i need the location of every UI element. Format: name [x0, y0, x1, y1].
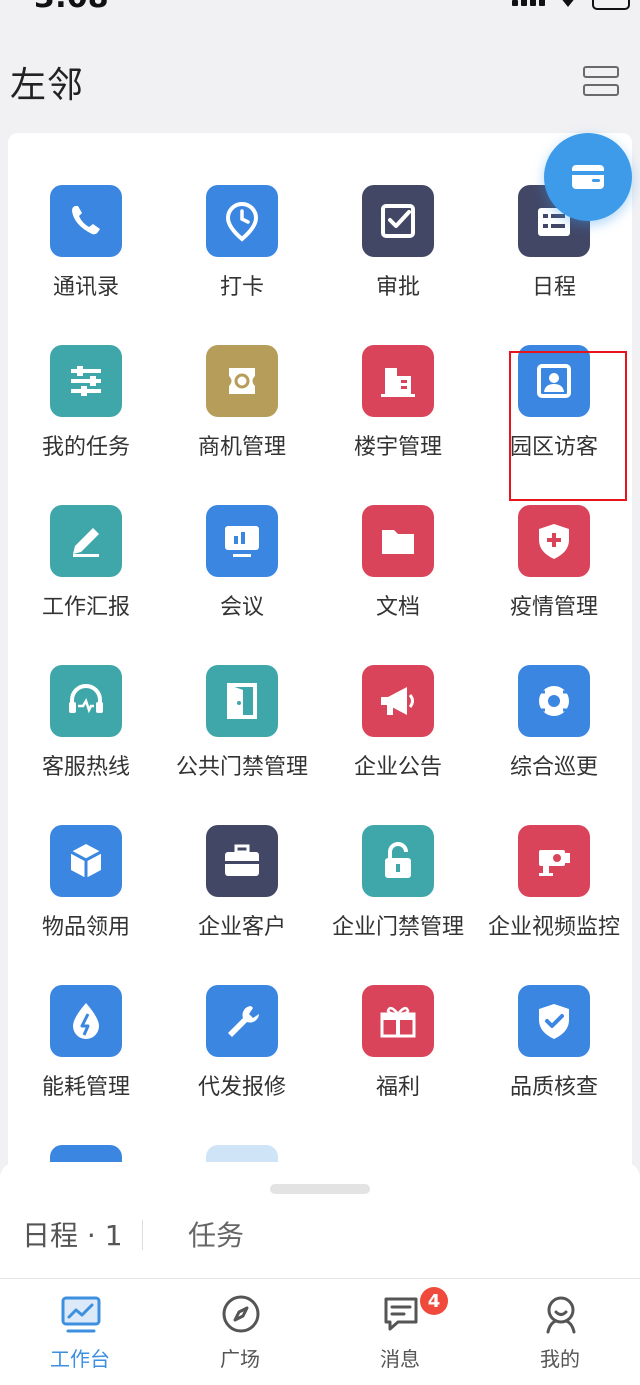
sheet-tab-divider — [142, 1220, 143, 1250]
app-item-headset[interactable]: 客服热线 — [8, 613, 164, 780]
message-count-badge: 4 — [420, 1287, 448, 1315]
app-label: 品质核查 — [509, 1075, 598, 1100]
app-item-box[interactable]: 物品领用 — [8, 773, 164, 940]
building-icon — [362, 345, 434, 417]
app-item-task-sliders[interactable]: 我的任务 — [8, 293, 164, 460]
video-camera-icon — [518, 825, 590, 897]
meeting-screen-icon — [206, 505, 278, 577]
app-label: 代发报修 — [197, 1075, 286, 1100]
box-icon — [50, 825, 122, 897]
app-item-briefcase[interactable]: 企业客户 — [164, 773, 320, 940]
status-bar: 3:08 — [0, 0, 640, 14]
unlock-icon — [362, 825, 434, 897]
quality-shield-icon — [518, 985, 590, 1057]
gift-icon — [362, 985, 434, 1057]
nav-label-plaza: 广场 — [220, 1347, 260, 1371]
bottom-sheet: 日程 · 1 任务 — [0, 1162, 640, 1280]
nav-label-mine: 我的 — [540, 1347, 580, 1371]
page-title: 左邻 — [10, 65, 85, 106]
app-item-business-coin[interactable]: 商机管理 — [164, 293, 320, 460]
compass-icon — [222, 1295, 260, 1333]
nav-item-mine[interactable]: 我的 — [480, 1279, 640, 1385]
app-item-medical-shield[interactable]: 疫情管理 — [476, 453, 632, 620]
wrench-icon — [206, 985, 278, 1057]
signal-icon — [512, 0, 546, 6]
app-item-folder[interactable]: 文档 — [320, 453, 476, 620]
app-item-door[interactable]: 公共门禁管理 — [164, 613, 320, 780]
folder-icon — [362, 505, 434, 577]
patrol-camera-icon — [518, 665, 590, 737]
bottom-nav: 工作台 广场 消息 我的 — [0, 1278, 640, 1385]
message-icon — [384, 1297, 418, 1331]
wallet-icon — [572, 165, 604, 189]
app-item-phone[interactable]: 通讯录 — [8, 133, 164, 300]
apps-card: 通讯录 打卡 审批 日程 我的任务 商机管理 楼宇管理 园区访客 工作汇报 会议 文档 疫情管理 客服热… — [8, 133, 632, 1193]
workbench-icon — [61, 1296, 101, 1333]
nav-label-messages: 消息 — [380, 1347, 420, 1371]
app-item-meeting-screen[interactable]: 会议 — [164, 453, 320, 620]
nav-item-workbench[interactable]: 工作台 — [0, 1279, 160, 1385]
medical-shield-icon — [518, 505, 590, 577]
layout-toggle-button[interactable] — [583, 64, 619, 98]
app-item-megaphone[interactable]: 企业公告 — [320, 613, 476, 780]
report-pencil-icon — [50, 505, 122, 577]
wifi-icon — [558, 0, 578, 7]
app-item-report-pencil[interactable]: 工作汇报 — [8, 453, 164, 620]
app-item-energy-drop[interactable]: 能耗管理 — [8, 933, 164, 1100]
app-item-location-clock[interactable]: 打卡 — [164, 133, 320, 300]
wallet-fab-button[interactable] — [544, 133, 632, 221]
app-item-building[interactable]: 楼宇管理 — [320, 293, 476, 460]
nav-item-plaza[interactable]: 广场 — [160, 1279, 320, 1385]
battery-icon — [592, 0, 630, 10]
app-item-approve[interactable]: 审批 — [320, 133, 476, 300]
headset-icon — [50, 665, 122, 737]
app-item-wrench[interactable]: 代发报修 — [164, 933, 320, 1100]
approve-icon — [362, 185, 434, 257]
energy-drop-icon — [50, 985, 122, 1057]
app-item-quality-shield[interactable]: 品质核查 — [476, 933, 632, 1100]
megaphone-icon — [362, 665, 434, 737]
app-item-visitor-badge[interactable]: 园区访客 — [476, 293, 632, 501]
location-clock-icon — [206, 185, 278, 257]
briefcase-icon — [206, 825, 278, 897]
nav-label-workbench: 工作台 — [50, 1347, 110, 1371]
app-item-video-camera[interactable]: 企业视频监控 — [476, 773, 632, 940]
visitor-badge-icon — [518, 345, 590, 417]
layout-toggle-icon — [583, 66, 619, 78]
app-item-gift[interactable]: 福利 — [320, 933, 476, 1100]
app-item-patrol-camera[interactable]: 综合巡更 — [476, 613, 632, 780]
business-coin-icon — [206, 345, 278, 417]
door-icon — [206, 665, 278, 737]
tab-schedule[interactable]: 日程 · 1 — [22, 1214, 123, 1254]
profile-icon — [546, 1296, 576, 1334]
task-sliders-icon — [50, 345, 122, 417]
nav-item-messages[interactable]: 消息 — [320, 1279, 480, 1385]
app-item-unlock[interactable]: 企业门禁管理 — [320, 773, 476, 940]
status-time: 3:08 — [34, 0, 109, 14]
app-label: 福利 — [375, 1075, 420, 1100]
phone-icon — [50, 185, 122, 257]
sheet-drag-handle[interactable] — [270, 1184, 370, 1194]
tab-tasks[interactable]: 任务 — [188, 1214, 244, 1254]
app-label: 能耗管理 — [41, 1075, 130, 1100]
